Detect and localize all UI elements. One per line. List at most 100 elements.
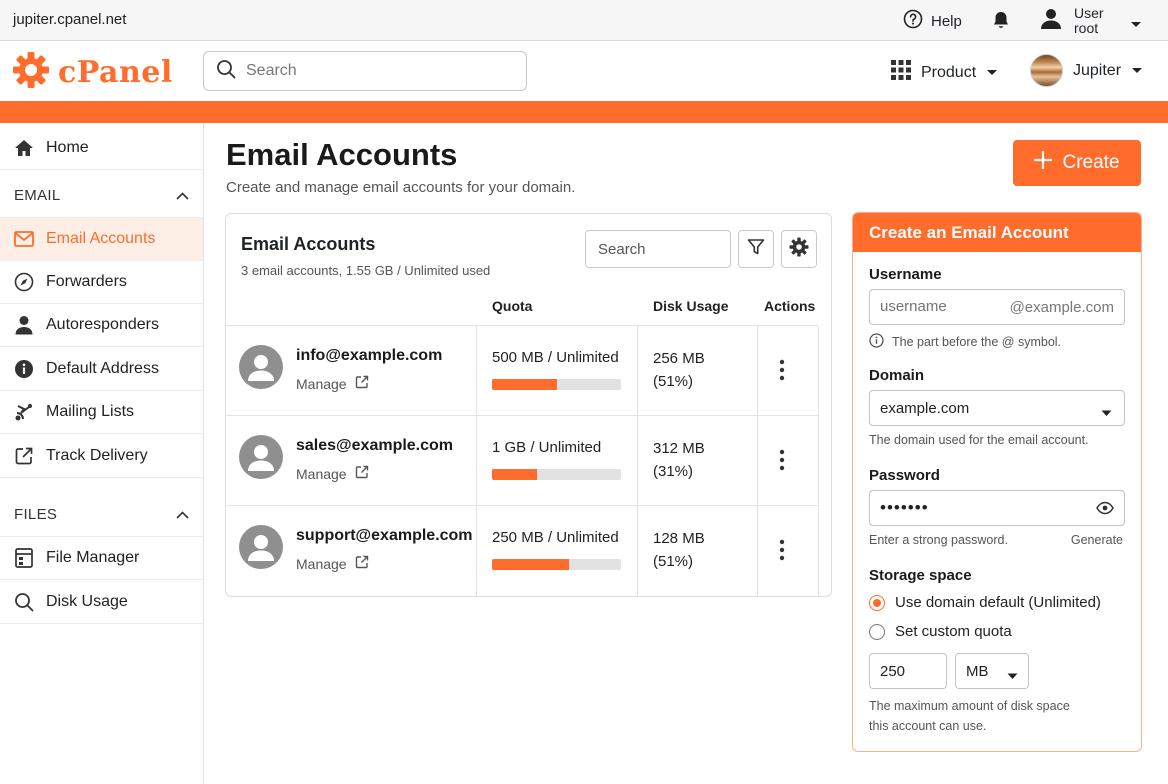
domain-hint: The domain used for the email account. (869, 433, 1089, 447)
panel-title: Create an Email Account (853, 213, 1141, 252)
row-actions-button[interactable] (779, 359, 785, 386)
generate-password-link[interactable]: Generate (1071, 533, 1123, 547)
accounts-search-input[interactable] (585, 230, 731, 268)
theme-label: Jupiter (1073, 61, 1122, 79)
password-field[interactable]: ••••••• (869, 490, 1125, 526)
quota-input[interactable]: 250 (869, 653, 947, 689)
help-link[interactable]: Help (903, 9, 962, 33)
question-circle-icon (903, 9, 923, 33)
quota-unit-select[interactable]: MB (955, 653, 1029, 689)
chevron-up-icon (176, 506, 189, 523)
username-input[interactable] (880, 298, 1010, 315)
logo-text: cPanel (58, 55, 173, 90)
avatar (239, 435, 283, 479)
hostname: jupiter.cpanel.net (13, 11, 127, 28)
sidebar-item-file-manager[interactable]: File Manager (0, 537, 203, 580)
accounts-summary: 3 email accounts, 1.55 GB / Unlimited us… (241, 263, 491, 278)
table-row: sales@example.com Manage 1 GB / Unlimite… (226, 415, 819, 506)
column-header-actions: Actions (764, 298, 816, 314)
radio-unselected-icon (869, 623, 885, 640)
create-button-label: Create (1062, 152, 1120, 173)
section-label: FILES (14, 506, 58, 523)
avatar (239, 525, 283, 569)
usage-bar-fill (492, 559, 570, 570)
disk-usage-value: 256 MB (51%) (653, 347, 705, 393)
table-row: info@example.com Manage 500 MB / Unlimit… (226, 325, 819, 416)
sidebar-item-autoresponders[interactable]: Autoresponders (0, 304, 203, 347)
radio-custom-quota[interactable]: Set custom quota (869, 623, 1012, 640)
user-icon (1040, 7, 1062, 36)
global-search-input[interactable] (246, 62, 506, 80)
cpanel-logo[interactable]: cPanel (12, 51, 173, 94)
user-name: root (1074, 20, 1099, 36)
sidebar-item-forwarders[interactable]: Forwarders (0, 261, 203, 304)
sidebar-item-track-delivery[interactable]: Track Delivery (0, 435, 203, 478)
column-divider (757, 326, 758, 416)
kebab-menu-icon (779, 449, 785, 475)
sidebar-item-email-accounts[interactable]: Email Accounts (0, 218, 203, 261)
theme-menu[interactable]: Jupiter (1030, 54, 1143, 87)
sidebar-item-label: File Manager (46, 549, 140, 566)
column-divider (637, 326, 638, 416)
column-divider (476, 506, 477, 596)
sidebar-section-email[interactable]: EMAIL (0, 174, 203, 218)
sidebar-item-label: Mailing Lists (46, 403, 135, 420)
quota-input-value: 250 (880, 663, 906, 680)
filter-icon (747, 238, 765, 261)
sidebar-item-default-address[interactable]: Default Address (0, 348, 203, 391)
table-row: support@example.com Manage 250 MB / Unli… (226, 505, 819, 596)
column-divider (476, 416, 477, 506)
column-header-quota[interactable]: Quota (492, 298, 532, 314)
compass-icon (14, 272, 34, 292)
global-search[interactable] (203, 51, 527, 91)
column-header-disk-usage[interactable]: Disk Usage (653, 298, 728, 314)
sidebar-section-files[interactable]: FILES (0, 493, 203, 537)
username-domain-suffix: @example.com (1009, 299, 1114, 316)
sidebar-item-label: Disk Usage (46, 593, 128, 610)
sidebar-item-disk-usage[interactable]: Disk Usage (0, 581, 203, 624)
usage-bar (492, 379, 621, 390)
row-actions-button[interactable] (779, 539, 785, 566)
domain-select[interactable]: example.com (869, 390, 1125, 426)
filter-button[interactable] (738, 230, 774, 268)
external-link-icon (355, 465, 369, 482)
row-actions-button[interactable] (779, 449, 785, 476)
quota-hint-line: this account can use. (869, 719, 987, 733)
column-divider (637, 506, 638, 596)
column-divider (818, 506, 819, 596)
create-button[interactable]: Create (1013, 140, 1141, 186)
quota-hint-line: The maximum amount of disk space (869, 699, 1070, 713)
chevron-down-icon (1131, 62, 1143, 80)
sidebar-item-mailing-lists[interactable]: Mailing Lists (0, 391, 203, 434)
manage-label: Manage (296, 555, 347, 572)
disk-usage-percent: (51%) (653, 373, 694, 390)
card-title: Email Accounts (241, 234, 376, 254)
radio-domain-default[interactable]: Use domain default (Unlimited) (869, 594, 1101, 611)
username-field[interactable]: @example.com (869, 289, 1125, 325)
eye-icon[interactable] (1096, 501, 1114, 520)
manage-link[interactable]: Manage (296, 465, 369, 482)
external-arrow-icon (14, 446, 34, 466)
email-address: info@example.com (296, 347, 443, 364)
column-divider (757, 416, 758, 506)
notifications-button[interactable] (990, 9, 1012, 36)
sidebar-item-home[interactable]: Home (0, 127, 203, 170)
manage-link[interactable]: Manage (296, 555, 369, 572)
sidebar-item-label: Track Delivery (46, 447, 148, 464)
username-label: Username (869, 266, 942, 283)
chevron-down-icon (1101, 404, 1112, 422)
manage-link[interactable]: Manage (296, 375, 369, 392)
manage-label: Manage (296, 375, 347, 392)
bell-icon (990, 12, 1012, 35)
kebab-menu-icon (779, 359, 785, 385)
settings-button[interactable] (781, 230, 817, 268)
page-subtitle: Create and manage email accounts for you… (226, 179, 576, 196)
username-hint-text: The part before the @ symbol. (892, 335, 1062, 349)
chevron-down-icon (986, 64, 998, 82)
product-menu[interactable]: Product (891, 60, 998, 85)
disk-usage-percent: (31%) (653, 463, 694, 480)
chevron-down-icon (1007, 667, 1018, 685)
user-caret-icon[interactable] (1130, 16, 1142, 34)
user-menu[interactable]: User root (1040, 6, 1104, 36)
person-icon (14, 315, 34, 335)
